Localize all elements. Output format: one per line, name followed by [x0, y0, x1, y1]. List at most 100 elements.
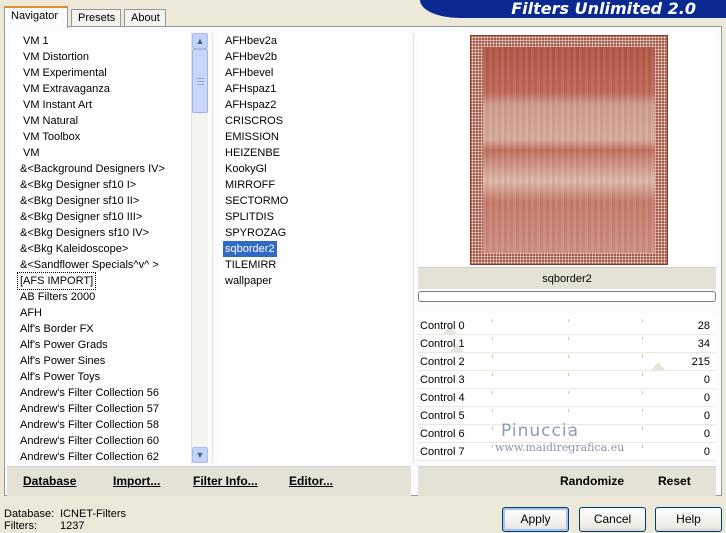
category-item[interactable]: &<Bkg Designers sf10 IV> — [18, 227, 149, 239]
filter-item[interactable]: EMISSION — [223, 131, 279, 143]
control-value: 34 — [697, 338, 710, 350]
control-label: Control 1 — [420, 338, 465, 350]
apply-button[interactable]: Apply — [502, 507, 569, 532]
control-value: 0 — [703, 392, 710, 404]
category-item[interactable]: Alf's Power Toys — [18, 371, 100, 383]
reset-button[interactable]: Reset — [658, 474, 691, 488]
control-slider[interactable]: Control 1 34 — [418, 336, 716, 353]
database-button[interactable]: Database — [23, 474, 76, 488]
category-item[interactable]: Alf's Power Grads — [18, 339, 108, 351]
category-row: VM — [11, 145, 191, 161]
filter-item[interactable]: AFHbev2a — [223, 35, 277, 47]
filter-row: CRISCROS — [219, 113, 409, 129]
filter-item[interactable]: SPLITDIS — [223, 211, 274, 223]
filter-item[interactable]: CRISCROS — [223, 115, 283, 127]
category-item[interactable]: VM Toolbox — [21, 131, 80, 143]
filter-item[interactable]: HEIZENBE — [223, 147, 280, 159]
category-item[interactable]: VM — [21, 147, 40, 159]
category-row: Andrew's Filter Collection 62 — [11, 449, 191, 463]
filter-item[interactable]: KookyGl — [223, 163, 267, 175]
filter-row: sqborder2 — [219, 241, 409, 257]
help-button[interactable]: Help — [655, 507, 722, 532]
category-item[interactable]: VM Distortion — [21, 51, 89, 63]
filter-row: wallpaper — [219, 273, 409, 289]
filter-item[interactable]: SECTORMO — [223, 195, 288, 207]
control-label: Control 4 — [420, 392, 465, 404]
tab-navigator[interactable]: Navigator — [4, 6, 68, 28]
category-item[interactable]: Alf's Power Sines — [18, 355, 105, 367]
cancel-button[interactable]: Cancel — [579, 507, 646, 532]
category-item[interactable]: VM Extravaganza — [21, 83, 110, 95]
progress-bar — [418, 291, 716, 302]
import-button[interactable]: Import... — [113, 474, 160, 488]
category-row: AFH — [11, 305, 191, 321]
category-item[interactable]: Alf's Border FX — [18, 323, 94, 335]
filter-item[interactable]: SPYROZAG — [223, 227, 286, 239]
category-item[interactable]: VM Instant Art — [21, 99, 92, 111]
tab-about[interactable]: About — [124, 9, 166, 27]
category-item[interactable]: &<Sandflower Specials^v^ > — [18, 259, 159, 271]
category-list[interactable]: VM 1 VM Distortion VM Experimental VM Extra… — [11, 33, 191, 463]
category-scrollbar[interactable]: ▲ ▼ — [191, 33, 208, 463]
filter-item[interactable]: MIRROFF — [223, 179, 275, 191]
category-item[interactable]: VM Natural — [21, 115, 78, 127]
filter-row: EMISSION — [219, 129, 409, 145]
category-row: Andrew's Filter Collection 58 — [11, 417, 191, 433]
control-value: 28 — [697, 320, 710, 332]
control-slider[interactable]: Control 3 0 — [418, 372, 716, 389]
category-item[interactable]: Andrew's Filter Collection 58 — [18, 419, 159, 431]
watermark-url: www.maidiregrafica.eu — [495, 441, 625, 454]
category-row: Andrew's Filter Collection 56 — [11, 385, 191, 401]
preview-filter-name: sqborder2 — [418, 267, 716, 289]
scroll-down-button[interactable]: ▼ — [192, 447, 208, 463]
filter-item[interactable]: wallpaper — [223, 275, 272, 287]
editor-button[interactable]: Editor... — [289, 474, 333, 488]
filter-list[interactable]: AFHbev2a AFHbev2b AFHbevel AFHspaz1 AFHspaz2… — [219, 33, 409, 463]
control-slider[interactable]: Control 4 0 — [418, 390, 716, 407]
category-item[interactable]: VM Experimental — [21, 67, 107, 79]
banner-title: Filters Unlimited 2.0 — [511, 0, 696, 18]
category-row: [AFS IMPORT] — [11, 272, 191, 290]
category-item[interactable]: AFH — [18, 307, 42, 319]
scroll-up-button[interactable]: ▲ — [192, 33, 208, 49]
filter-count: 1237 — [60, 520, 85, 532]
filter-item[interactable]: sqborder2 — [223, 241, 277, 257]
category-item[interactable]: &<Bkg Kaleidoscope> — [18, 243, 128, 255]
control-slider[interactable]: Control 2 215 — [418, 354, 716, 371]
control-label: Control 7 — [420, 446, 465, 458]
filter-row: MIRROFF — [219, 177, 409, 193]
category-item[interactable]: Andrew's Filter Collection 60 — [18, 435, 159, 447]
category-item[interactable]: &<Background Designers IV> — [18, 163, 165, 175]
filter-item[interactable]: AFHbevel — [223, 67, 273, 79]
category-item[interactable]: Andrew's Filter Collection 56 — [18, 387, 159, 399]
filter-info-button[interactable]: Filter Info... — [193, 474, 258, 488]
category-item[interactable]: &<Bkg Designer sf10 III> — [18, 211, 142, 223]
category-item[interactable]: &<Bkg Designer sf10 I> — [18, 179, 136, 191]
scroll-thumb[interactable] — [192, 49, 208, 113]
category-item[interactable]: [AFS IMPORT] — [16, 272, 97, 290]
control-label: Control 2 — [420, 356, 465, 368]
filter-item[interactable]: AFHbev2b — [223, 51, 277, 63]
category-item[interactable]: &<Bkg Designer sf10 II> — [18, 195, 139, 207]
control-value: 0 — [703, 446, 710, 458]
category-item[interactable]: Andrew's Filter Collection 62 — [18, 451, 159, 463]
filter-item[interactable]: AFHspaz2 — [223, 99, 276, 111]
preview-divider — [413, 33, 414, 463]
category-item[interactable]: AB Filters 2000 — [18, 291, 95, 303]
filter-row: AFHbevel — [219, 65, 409, 81]
tab-presets[interactable]: Presets — [71, 9, 121, 27]
control-slider[interactable]: Control 0 28 — [418, 318, 716, 335]
category-row: VM Distortion — [11, 49, 191, 65]
category-row: &<Bkg Designers sf10 IV> — [11, 225, 191, 241]
filter-item[interactable]: AFHspaz1 — [223, 83, 276, 95]
category-item[interactable]: Andrew's Filter Collection 57 — [18, 403, 159, 415]
category-row: VM Experimental — [11, 65, 191, 81]
category-row: Alf's Power Sines — [11, 353, 191, 369]
randomize-button[interactable]: Randomize — [560, 474, 624, 488]
category-row: Alf's Border FX — [11, 321, 191, 337]
control-label: Control 3 — [420, 374, 465, 386]
category-row: AB Filters 2000 — [11, 289, 191, 305]
filter-item[interactable]: TILEMIRR — [223, 259, 276, 271]
category-item[interactable]: VM 1 — [21, 35, 49, 47]
slider-marker — [651, 362, 665, 370]
